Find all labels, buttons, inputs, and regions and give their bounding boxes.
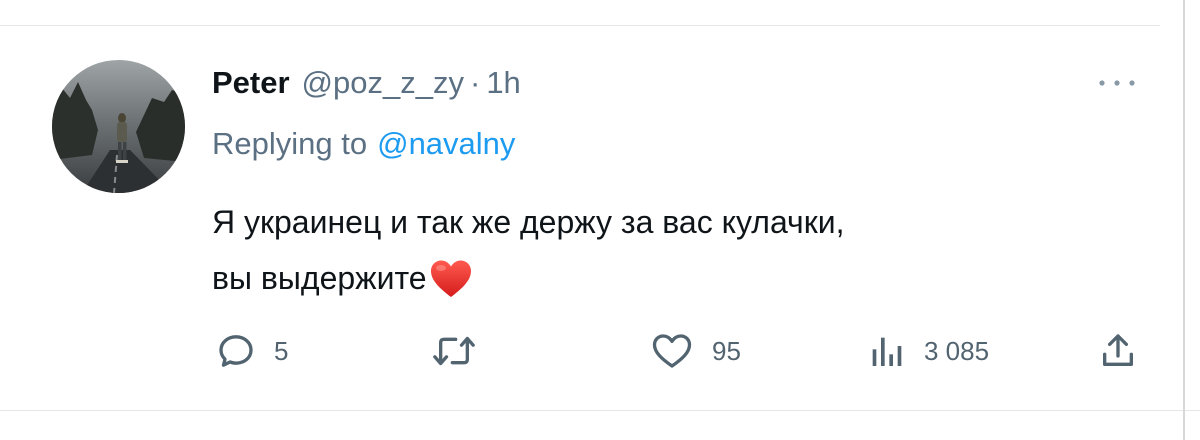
more-dots-icon — [1099, 80, 1135, 86]
tweet-text: Я украинец и так же держу за вас кулачки… — [212, 194, 1152, 316]
like-count: 95 — [712, 335, 741, 366]
tweet-text-line-1: Я украинец и так же держу за вас кулачки… — [212, 204, 845, 240]
author-handle[interactable]: @poz_z_zy — [302, 65, 464, 101]
tweet-text-line-2-wrap: вы выдержите — [212, 250, 1152, 316]
reply-button[interactable]: 5 — [216, 326, 288, 376]
timeline-edge — [1183, 0, 1185, 440]
speech-bubble-icon — [219, 335, 253, 367]
retweet-icon — [433, 336, 475, 366]
bottom-divider — [0, 410, 1200, 411]
header-separator: · — [469, 65, 481, 100]
share-upload-icon — [1103, 334, 1133, 366]
tweet-text-line-2: вы выдержите — [212, 260, 427, 296]
heart-outline-icon — [652, 334, 692, 368]
replying-to-label: Replying to — [212, 126, 368, 161]
author-name[interactable]: Peter — [212, 65, 290, 101]
views-count: 3 085 — [924, 335, 990, 366]
red-heart-emoji — [429, 259, 473, 316]
bar-chart-icon — [872, 337, 902, 366]
like-button[interactable]: 95 — [650, 326, 741, 376]
more-options-button[interactable] — [1092, 72, 1142, 94]
share-button[interactable] — [1098, 326, 1138, 376]
replying-to: Replying to @navalny — [212, 126, 515, 162]
tweet-card[interactable]: Peter @poz_z_zy · 1h Replying to @navalny… — [0, 26, 1182, 410]
timestamp[interactable]: 1h — [486, 65, 520, 101]
reply-count: 5 — [274, 335, 289, 366]
mention-link[interactable]: @navalny — [377, 126, 515, 161]
retweet-button[interactable] — [432, 326, 494, 376]
avatar[interactable] — [52, 60, 185, 193]
tweet-header: Peter @poz_z_zy · 1h — [212, 60, 521, 106]
action-bar: 5 95 3 085 — [0, 326, 1182, 376]
views-button[interactable]: 3 085 — [866, 326, 989, 376]
